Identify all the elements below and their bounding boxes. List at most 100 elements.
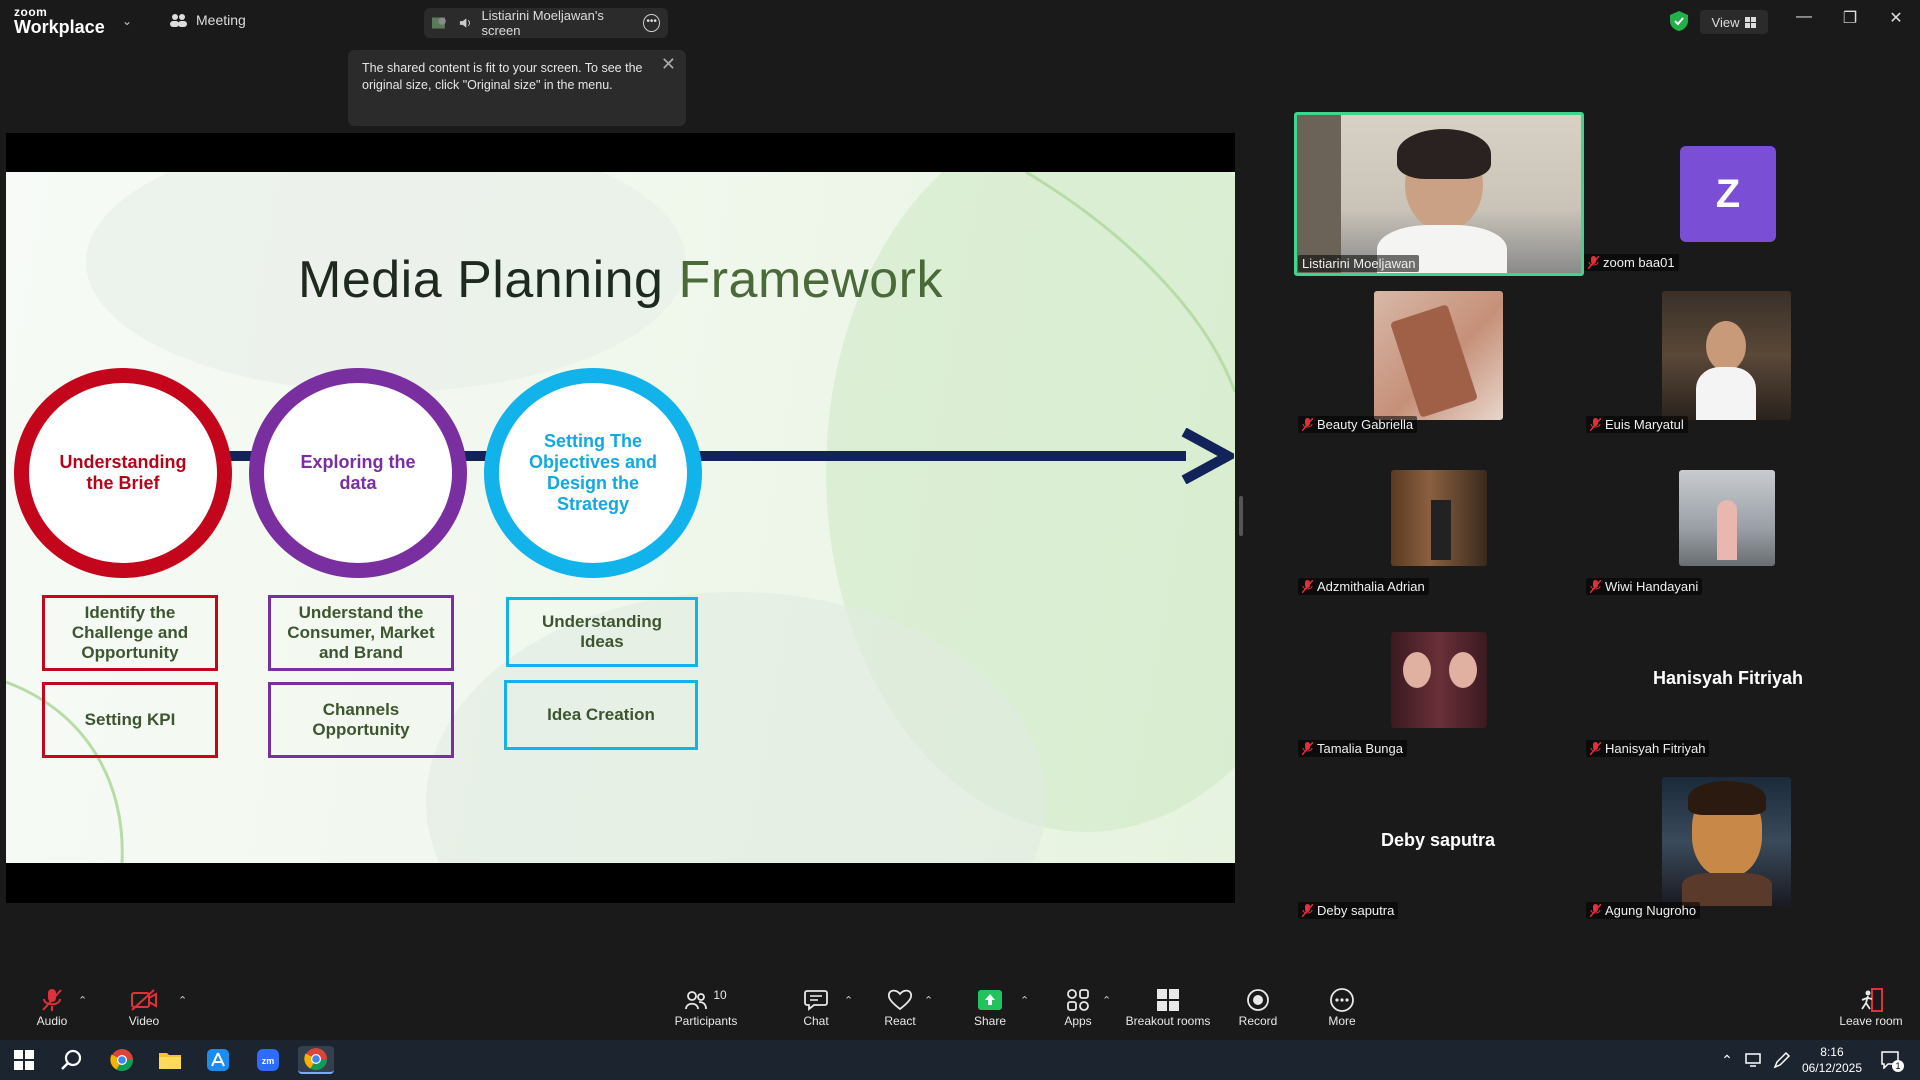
name-text: zoom baa01 bbox=[1603, 255, 1675, 270]
pen-icon[interactable] bbox=[1768, 1046, 1796, 1074]
video-button[interactable]: Video bbox=[104, 986, 184, 1028]
leave-room-label: Leave room bbox=[1839, 1014, 1903, 1028]
breakout-rooms-button[interactable]: Breakout rooms bbox=[1118, 986, 1218, 1028]
notice-text: The shared content is fit to your screen… bbox=[362, 61, 643, 92]
react-button[interactable]: React bbox=[860, 986, 940, 1028]
presenter-icon bbox=[432, 17, 446, 29]
participants-button[interactable]: 10 Participants bbox=[666, 986, 746, 1028]
apps-options-caret[interactable]: ⌃ bbox=[1102, 994, 1111, 1007]
participant-name: Tamalia Bunga bbox=[1298, 740, 1407, 757]
more-button[interactable]: More bbox=[1302, 986, 1382, 1028]
video-off-icon bbox=[131, 989, 157, 1011]
mic-off-icon bbox=[42, 989, 62, 1011]
shield-check-icon[interactable] bbox=[1668, 10, 1690, 32]
slide-title: Media Planning Framework bbox=[6, 250, 1235, 310]
box-channels-opportunity: Channels Opportunity bbox=[268, 682, 454, 758]
box-label: Understanding Ideas bbox=[542, 612, 662, 651]
participant-name: Agung Nugroho bbox=[1586, 902, 1701, 919]
box-label: Idea Creation bbox=[547, 705, 655, 724]
slide-title-main: Media Planning bbox=[298, 251, 664, 309]
speaker-icon bbox=[459, 18, 470, 28]
video-tile[interactable] bbox=[1391, 632, 1487, 728]
share-screen-icon bbox=[978, 990, 1002, 1010]
screen-share-pill[interactable]: Listiarini Moeljawan's screen ••• bbox=[424, 8, 668, 38]
leave-room-button[interactable]: Leave room bbox=[1826, 986, 1916, 1028]
system-clock[interactable]: 8:16 06/12/2025 bbox=[1802, 1044, 1862, 1076]
mic-off-icon bbox=[1590, 418, 1601, 431]
brand-bottom: Workplace bbox=[14, 17, 105, 37]
mic-off-icon bbox=[1588, 256, 1599, 269]
breakout-rooms-icon bbox=[1157, 989, 1179, 1011]
chrome-icon[interactable] bbox=[104, 1046, 140, 1074]
slide-title-accent: Framework bbox=[678, 251, 943, 309]
network-icon[interactable] bbox=[1740, 1046, 1768, 1074]
meeting-toolbar: Audio ⌃ Video ⌃ 10 Participants Chat ⌃ R… bbox=[0, 980, 1920, 1040]
record-icon bbox=[1247, 989, 1269, 1011]
audio-button[interactable]: Audio bbox=[12, 986, 92, 1028]
record-button[interactable]: Record bbox=[1218, 986, 1298, 1028]
participant-name-placeholder: Hanisyah Fitriyah bbox=[1652, 668, 1804, 688]
mic-off-icon bbox=[1590, 742, 1601, 755]
chevron-down-icon[interactable]: ⌄ bbox=[122, 14, 132, 28]
search-icon[interactable] bbox=[54, 1046, 90, 1074]
meeting-menu-button[interactable]: Meeting bbox=[170, 12, 246, 28]
notification-icon[interactable]: 1 bbox=[1872, 1046, 1908, 1074]
svg-text:zm: zm bbox=[262, 1056, 275, 1066]
participant-name: Beauty Gabriella bbox=[1298, 416, 1418, 433]
mic-off-icon bbox=[1302, 742, 1313, 755]
video-label: Video bbox=[128, 1014, 160, 1028]
video-options-caret[interactable]: ⌃ bbox=[178, 994, 187, 1007]
chevron-up-icon[interactable]: ⌃ bbox=[1714, 1046, 1740, 1074]
view-button[interactable]: View bbox=[1700, 10, 1768, 34]
box-label: Channels Opportunity bbox=[312, 700, 410, 739]
chat-button[interactable]: Chat bbox=[776, 986, 856, 1028]
audio-options-caret[interactable]: ⌃ bbox=[78, 994, 87, 1007]
circle-understanding-brief: Understanding the Brief bbox=[14, 368, 232, 578]
participants-count: 10 bbox=[713, 988, 727, 1002]
meeting-label: Meeting bbox=[196, 12, 246, 28]
box-understanding-ideas: Understanding Ideas bbox=[506, 597, 698, 667]
react-options-caret[interactable]: ⌃ bbox=[924, 994, 933, 1007]
name-text: Listiarini Moeljawan bbox=[1302, 256, 1416, 271]
windows-start-icon[interactable] bbox=[6, 1046, 42, 1074]
apps-icon bbox=[1067, 989, 1089, 1011]
participant-name: zoom baa01 bbox=[1584, 254, 1679, 271]
apps-button[interactable]: Apps bbox=[1038, 986, 1118, 1028]
video-tile-active-speaker[interactable]: Listiarini Moeljawan bbox=[1294, 112, 1584, 276]
box-label: Identify the Challenge and Opportunity bbox=[71, 603, 189, 662]
leave-icon bbox=[1861, 988, 1883, 1012]
file-explorer-icon[interactable] bbox=[152, 1046, 188, 1074]
video-tile[interactable] bbox=[1662, 777, 1791, 906]
zoom-app-icon[interactable]: zm bbox=[250, 1046, 286, 1074]
name-text: Euis Maryatul bbox=[1605, 417, 1684, 432]
name-text: Hanisyah Fitriyah bbox=[1605, 741, 1706, 756]
close-icon[interactable]: ✕ bbox=[661, 55, 676, 73]
participant-name-placeholder: Deby saputra bbox=[1380, 830, 1496, 850]
clock-time: 8:16 bbox=[1820, 1045, 1844, 1059]
more-label: More bbox=[1328, 1014, 1356, 1028]
panel-resize-handle[interactable] bbox=[1239, 496, 1243, 536]
share-button[interactable]: Share bbox=[950, 986, 1030, 1028]
close-window-button[interactable]: ✕ bbox=[1876, 8, 1916, 28]
chrome-active-icon[interactable] bbox=[298, 1046, 334, 1074]
app-store-icon[interactable] bbox=[200, 1046, 236, 1074]
participant-name: Deby saputra bbox=[1298, 902, 1399, 919]
box-identify-challenge: Identify the Challenge and Opportunity bbox=[42, 595, 218, 671]
video-tile[interactable] bbox=[1662, 291, 1791, 420]
restore-button[interactable]: ❐ bbox=[1830, 8, 1870, 28]
participant-name: Euis Maryatul bbox=[1586, 416, 1688, 433]
audio-label: Audio bbox=[36, 1014, 68, 1028]
minimize-button[interactable]: — bbox=[1784, 8, 1824, 26]
chat-options-caret[interactable]: ⌃ bbox=[844, 994, 853, 1007]
video-tile[interactable] bbox=[1374, 291, 1503, 420]
video-tile[interactable] bbox=[1391, 470, 1487, 566]
share-options-caret[interactable]: ⌃ bbox=[1020, 994, 1029, 1007]
more-options-icon[interactable]: ••• bbox=[643, 14, 660, 32]
clock-date: 06/12/2025 bbox=[1801, 1061, 1862, 1075]
circle-label: Understanding the Brief bbox=[59, 452, 187, 493]
apps-label: Apps bbox=[1064, 1014, 1092, 1028]
shared-screen[interactable]: Media Planning Framework Understanding t… bbox=[6, 133, 1235, 903]
name-text: Adzmithalia Adrian bbox=[1317, 579, 1425, 594]
mic-off-icon bbox=[1302, 904, 1313, 917]
video-tile[interactable] bbox=[1679, 470, 1775, 566]
